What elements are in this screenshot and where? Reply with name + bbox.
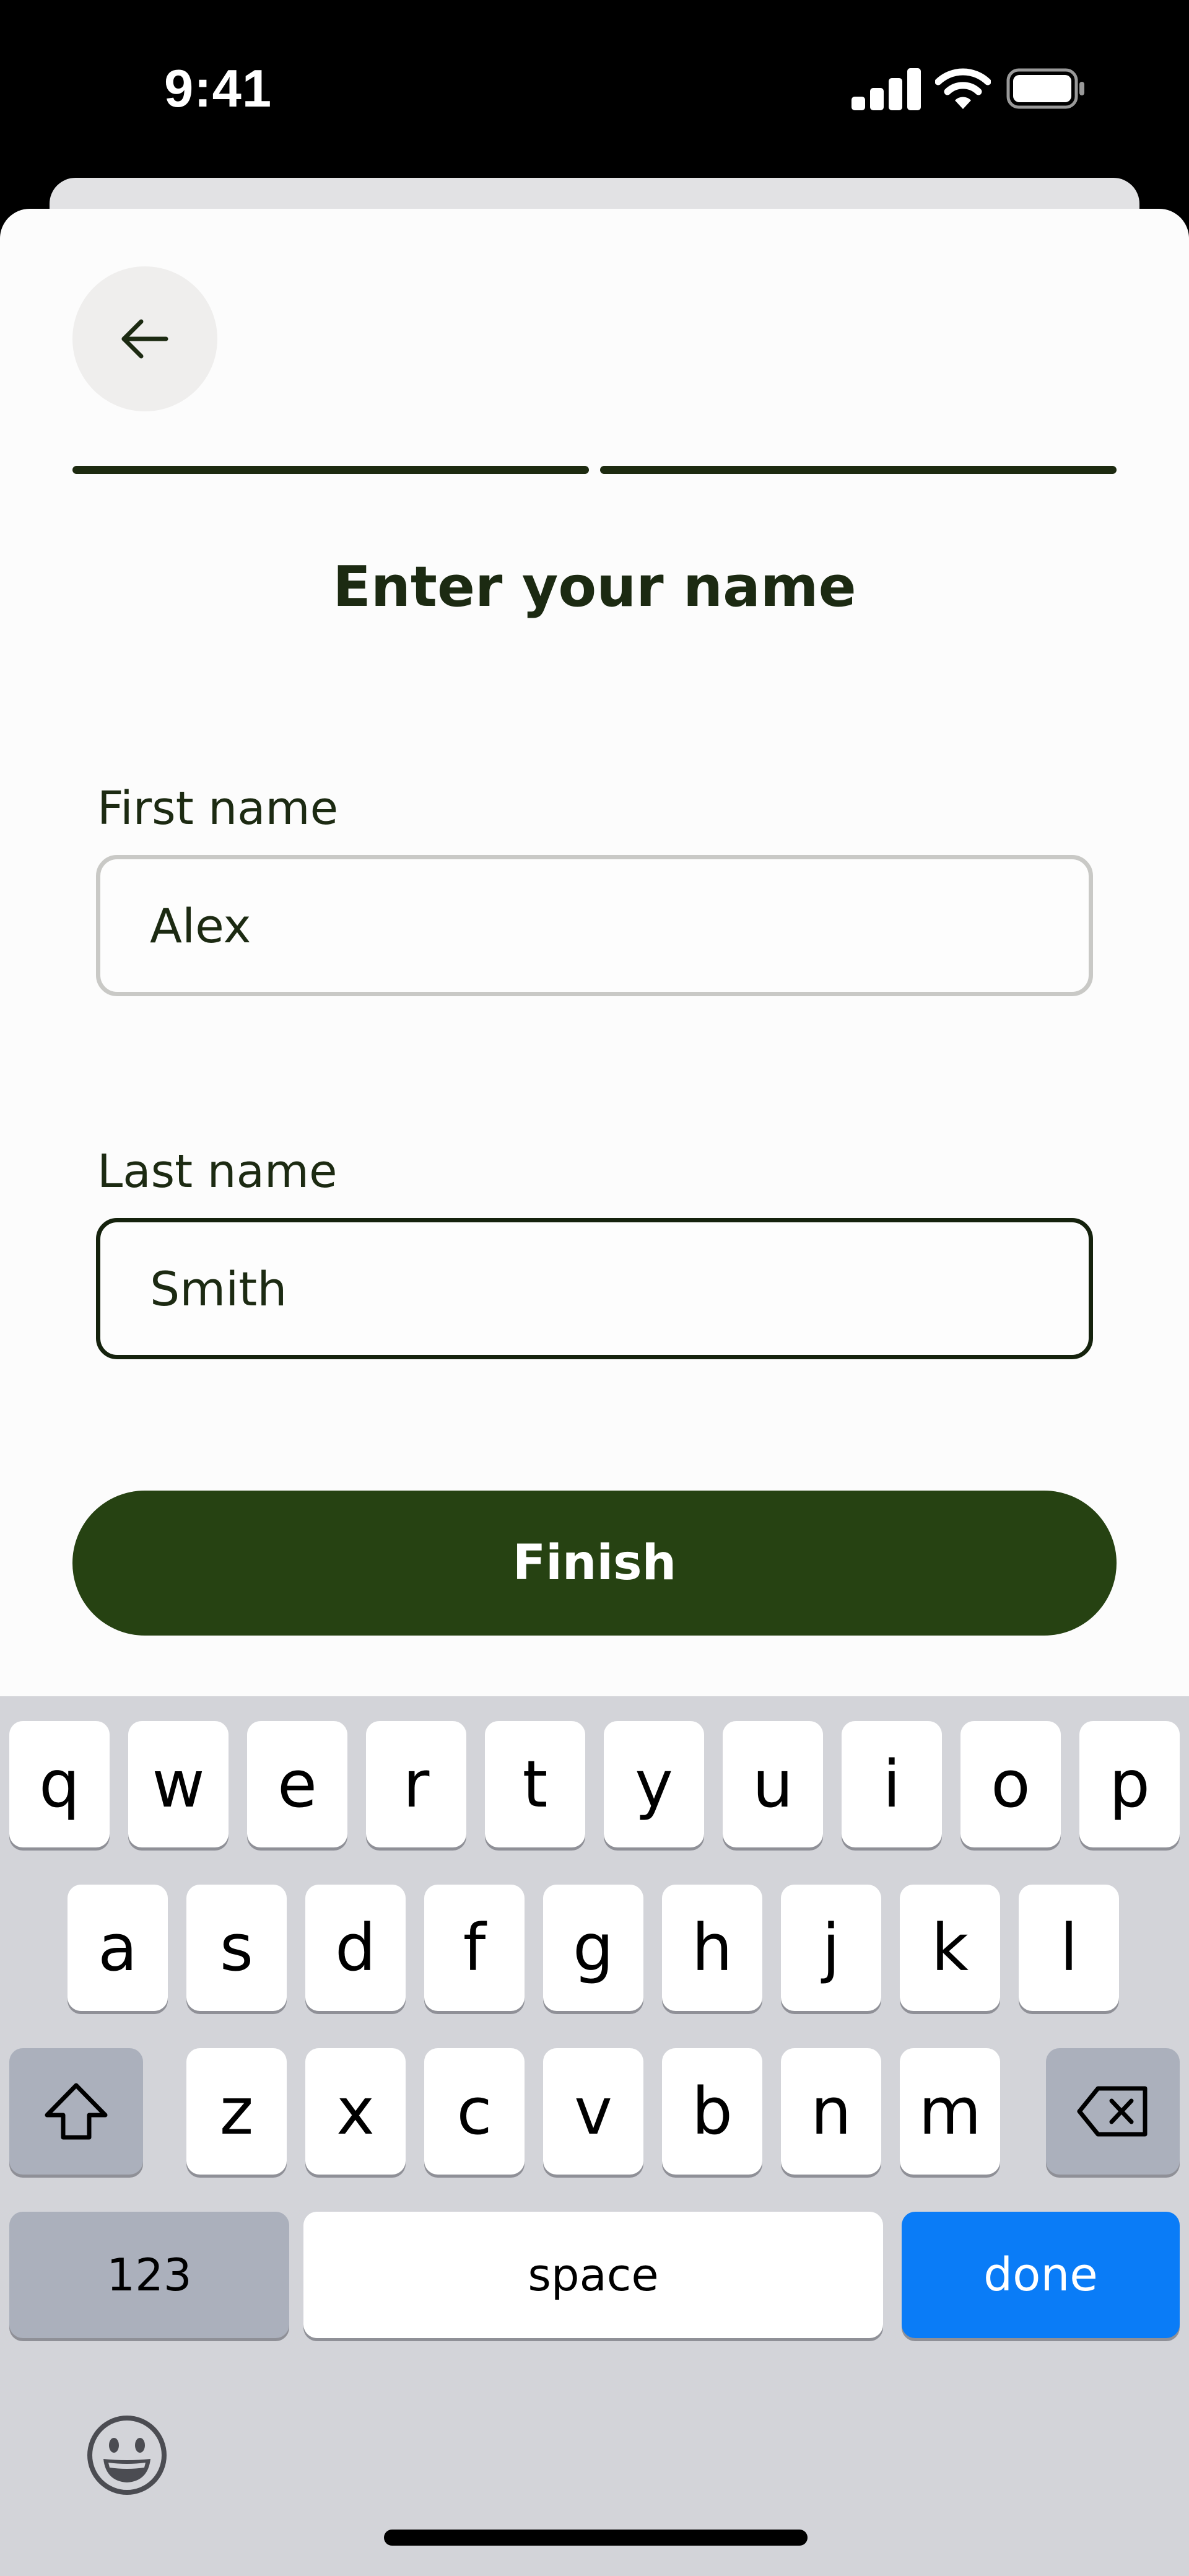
emoji-icon[interactable] (85, 2413, 169, 2497)
status-bar: 9:41 (0, 0, 1189, 180)
shift-key[interactable] (9, 2048, 143, 2175)
key-m[interactable]: m (900, 2048, 1000, 2175)
key-y[interactable]: y (604, 1721, 704, 1847)
status-time: 9:41 (164, 59, 272, 118)
key-k[interactable]: k (900, 1885, 1000, 2011)
done-key[interactable]: done (902, 2212, 1180, 2338)
key-g[interactable]: g (543, 1885, 643, 2011)
key-v[interactable]: v (543, 2048, 643, 2175)
key-q[interactable]: q (9, 1721, 110, 1847)
key-h[interactable]: h (662, 1885, 762, 2011)
home-indicator (384, 2530, 808, 2546)
key-z[interactable]: z (186, 2048, 287, 2175)
key-j[interactable]: j (781, 1885, 881, 2011)
key-s[interactable]: s (186, 1885, 287, 2011)
key-a[interactable]: a (68, 1885, 168, 2011)
cellular-signal-icon (851, 67, 921, 110)
shift-arrow-icon (45, 2083, 108, 2140)
key-l[interactable]: l (1019, 1885, 1119, 2011)
finish-button-label: Finish (512, 1535, 677, 1591)
key-e[interactable]: e (247, 1721, 347, 1847)
key-f[interactable]: f (424, 1885, 525, 2011)
progress-step-1 (72, 466, 589, 474)
key-x[interactable]: x (305, 2048, 406, 2175)
delete-key[interactable] (1046, 2048, 1180, 2175)
key-u[interactable]: u (723, 1721, 823, 1847)
key-i[interactable]: i (842, 1721, 942, 1847)
key-w[interactable]: w (128, 1721, 229, 1847)
back-button[interactable] (72, 266, 217, 411)
key-d[interactable]: d (305, 1885, 406, 2011)
key-c[interactable]: c (424, 2048, 525, 2175)
finish-button[interactable]: Finish (72, 1491, 1117, 1636)
arrow-left-icon (121, 319, 168, 359)
first-name-label: First name (97, 782, 339, 835)
first-name-input[interactable]: Alex (96, 855, 1093, 996)
key-t[interactable]: t (485, 1721, 585, 1847)
last-name-input[interactable]: Smith (96, 1218, 1093, 1359)
key-p[interactable]: p (1079, 1721, 1180, 1847)
key-b[interactable]: b (662, 2048, 762, 2175)
key-o[interactable]: o (960, 1721, 1061, 1847)
battery-icon (1006, 68, 1084, 109)
space-key[interactable]: space (303, 2212, 883, 2338)
backspace-icon (1077, 2086, 1148, 2137)
page-title: Enter your name (333, 554, 856, 620)
last-name-label: Last name (97, 1145, 338, 1198)
key-r[interactable]: r (366, 1721, 466, 1847)
wifi-icon (935, 68, 991, 109)
key-n[interactable]: n (781, 2048, 881, 2175)
first-name-value: Alex (150, 898, 251, 953)
last-name-value: Smith (150, 1261, 287, 1316)
progress-step-2 (600, 466, 1117, 474)
status-icons (851, 67, 1087, 110)
numbers-key[interactable]: 123 (9, 2212, 289, 2338)
